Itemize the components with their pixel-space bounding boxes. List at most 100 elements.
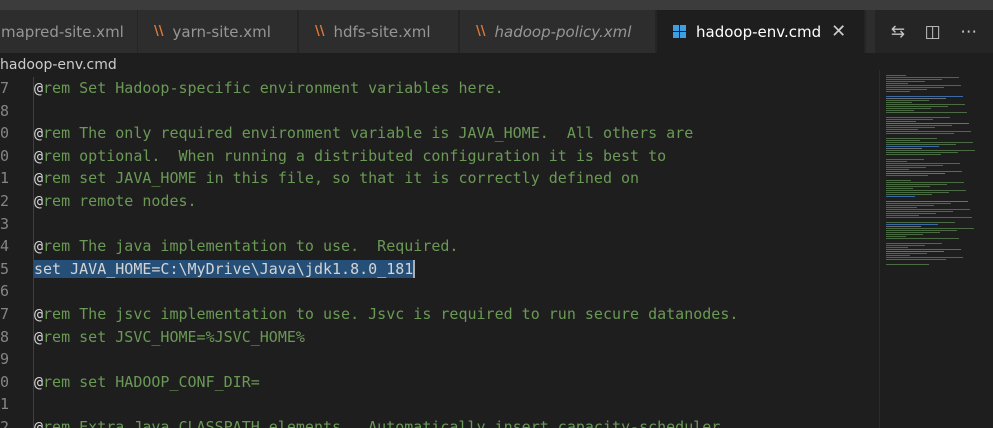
minimap-line bbox=[886, 142, 973, 143]
minimap-line bbox=[886, 169, 909, 170]
minimap-line bbox=[886, 245, 925, 246]
tab-hadoop-policy[interactable]: \\ hadoop-policy.xml bbox=[460, 10, 656, 53]
minimap-line bbox=[886, 247, 908, 248]
line-code: @rem The only required environment varia… bbox=[34, 122, 693, 144]
minimap-line bbox=[886, 79, 942, 80]
comment-text: The java implementation to use. Required… bbox=[70, 237, 459, 256]
minimap-line bbox=[886, 119, 933, 120]
minimap-line bbox=[886, 213, 936, 214]
minimap[interactable] bbox=[879, 70, 993, 428]
comment-text: set JSVC_HOME=%JSVC_HOME% bbox=[70, 327, 305, 346]
minimap-line bbox=[886, 192, 949, 193]
minimap-line bbox=[886, 259, 946, 260]
minimap-line bbox=[886, 152, 958, 153]
at-symbol: @ bbox=[34, 327, 44, 346]
split-editor-icon[interactable]: ◫ bbox=[925, 22, 941, 42]
line-code: @rem The java implementation to use. Req… bbox=[34, 235, 458, 257]
line-code: @rem Set Hadoop-specific environment var… bbox=[34, 77, 504, 99]
minimap-line bbox=[886, 83, 908, 84]
comment-text: remote nodes. bbox=[70, 192, 197, 210]
minimap-line bbox=[886, 106, 948, 107]
minimap-line bbox=[886, 182, 964, 183]
minimap-line bbox=[886, 222, 955, 223]
minimap-line bbox=[886, 163, 960, 164]
minimap-line bbox=[886, 215, 919, 216]
minimap-line bbox=[886, 146, 939, 147]
minimap-line bbox=[886, 184, 947, 185]
at-symbol: @ bbox=[34, 79, 44, 97]
line-number: 6 bbox=[0, 282, 10, 301]
rem-keyword: rem bbox=[43, 372, 71, 391]
minimap-line bbox=[886, 125, 952, 126]
minimap-line bbox=[886, 264, 929, 265]
minimap-line bbox=[886, 194, 932, 195]
rem-keyword: rem bbox=[43, 192, 71, 210]
editor-actions: ⇆ ◫ ⋯ bbox=[875, 10, 993, 53]
tab-label: yarn-site.xml bbox=[172, 22, 271, 41]
minimap-line bbox=[886, 165, 943, 166]
minimap-line bbox=[886, 129, 918, 130]
more-actions-icon[interactable]: ⋯ bbox=[960, 22, 977, 42]
minimap-line bbox=[886, 226, 921, 227]
selected-text[interactable]: set JAVA_HOME=C:\MyDrive\Java\jdk1.8.0_1… bbox=[34, 259, 414, 278]
minimap-line bbox=[886, 150, 975, 151]
minimap-line bbox=[886, 112, 967, 113]
line-number: 9 bbox=[0, 350, 10, 369]
minimap-line bbox=[886, 232, 940, 233]
tab-label: hadoop-env.cmd bbox=[696, 22, 822, 41]
minimap-line bbox=[886, 249, 961, 250]
minimap-line bbox=[886, 77, 959, 78]
minimap-line bbox=[886, 209, 970, 210]
tab-hdfs-site[interactable]: \\ hdfs-site.xml bbox=[299, 10, 459, 53]
minimap-line bbox=[886, 253, 927, 254]
close-icon[interactable]: ✕ bbox=[831, 21, 846, 42]
minimap-line bbox=[886, 228, 974, 229]
at-symbol: @ bbox=[34, 237, 44, 256]
minimap-line bbox=[886, 171, 962, 172]
compare-changes-icon[interactable]: ⇆ bbox=[891, 22, 905, 42]
minimap-line bbox=[886, 89, 927, 90]
minimap-line bbox=[886, 255, 910, 256]
tab-label: hdfs-site.xml bbox=[333, 22, 431, 41]
minimap-line bbox=[886, 257, 963, 258]
rem-keyword: rem bbox=[43, 327, 71, 346]
comment-text: set HADOOP_CONF_DIR= bbox=[70, 372, 260, 391]
line-code: set JAVA_HOME=C:\MyDrive\Java\jdk1.8.0_1… bbox=[34, 258, 416, 280]
minimap-line bbox=[886, 234, 923, 235]
minimap-line bbox=[886, 230, 957, 231]
minimap-line bbox=[886, 161, 907, 162]
minimap-line bbox=[886, 224, 938, 225]
line-number: 7 bbox=[0, 79, 10, 97]
line-code: @rem Extra Java CLASSPATH elements. Auto… bbox=[34, 416, 729, 428]
minimap-line bbox=[886, 140, 920, 141]
comment-text: The jsvc implementation to use. Jsvc is … bbox=[70, 305, 739, 323]
rem-keyword: rem bbox=[43, 169, 71, 188]
minimap-line bbox=[886, 133, 954, 134]
minimap-line bbox=[886, 123, 969, 124]
comment-text: optional. When running a distributed con… bbox=[70, 146, 667, 165]
minimap-line bbox=[886, 110, 914, 111]
minimap-line bbox=[886, 121, 916, 122]
tab-yarn-site[interactable]: \\ yarn-site.xml bbox=[138, 10, 298, 53]
minimap-line bbox=[886, 96, 963, 97]
line-number: 4 bbox=[0, 237, 10, 256]
minimap-line bbox=[886, 175, 928, 176]
text-cursor bbox=[413, 260, 416, 279]
tab-mapred-site[interactable]: mapred-site.xml bbox=[0, 10, 138, 53]
code-editor[interactable]: 7 @rem Set Hadoop-specific environment va… bbox=[0, 77, 878, 428]
comment-text: Set Hadoop-specific environment variable… bbox=[70, 79, 504, 97]
line-number: 0 bbox=[0, 372, 10, 391]
rss-icon: \\ bbox=[315, 24, 325, 39]
rss-icon: \\ bbox=[154, 24, 164, 39]
tab-label: mapred-site.xml bbox=[1, 22, 124, 41]
minimap-line bbox=[886, 203, 951, 204]
minimap-line bbox=[886, 243, 942, 244]
minimap-line bbox=[886, 173, 945, 174]
rem-keyword: rem bbox=[43, 305, 71, 323]
breadcrumb[interactable]: hadoop-env.cmd bbox=[0, 53, 993, 77]
tab-hadoop-env[interactable]: hadoop-env.cmd ✕ bbox=[657, 10, 865, 53]
minimap-line bbox=[886, 238, 959, 239]
minimap-line bbox=[886, 81, 925, 82]
line-number: 7 bbox=[0, 305, 10, 323]
tab-bar: mapred-site.xml \\ yarn-site.xml \\ hdfs… bbox=[0, 10, 993, 53]
